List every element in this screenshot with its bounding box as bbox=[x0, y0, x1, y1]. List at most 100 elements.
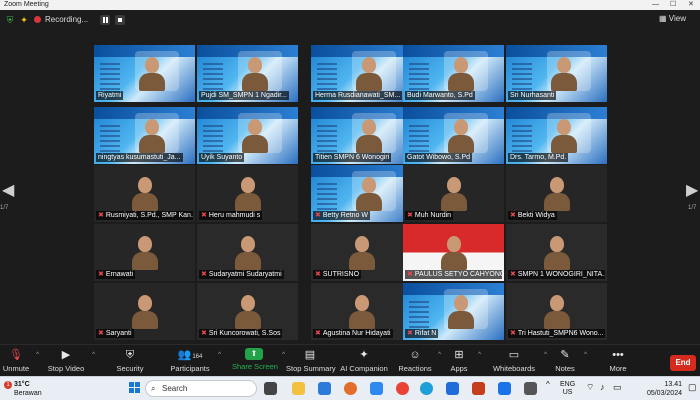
chevron-up-icon[interactable]: ^ bbox=[478, 352, 481, 358]
mic-muted-icon: ✖ bbox=[407, 271, 413, 278]
task-view-icon[interactable] bbox=[264, 382, 277, 395]
summary-icon: ▤ bbox=[304, 349, 316, 361]
maximize-button[interactable]: ☐ bbox=[670, 0, 676, 10]
participant-tile[interactable]: ✖ Ernawati bbox=[94, 224, 195, 281]
whiteboard-icon: ▭ bbox=[508, 349, 520, 361]
chevron-up-icon[interactable]: ^ bbox=[544, 352, 547, 358]
firefox-icon[interactable] bbox=[344, 382, 357, 395]
participant-name: SMPN 1 WONOGIRI_NITA... bbox=[517, 271, 605, 278]
mail-icon[interactable] bbox=[318, 382, 331, 395]
stop-summary-label: Stop Summary bbox=[286, 364, 336, 373]
taskbar-search-input[interactable]: ⌕ Search bbox=[145, 380, 257, 397]
edge-icon[interactable] bbox=[420, 382, 433, 395]
language-indicator[interactable]: ENG US bbox=[560, 381, 575, 397]
participant-face bbox=[556, 119, 571, 135]
mic-muted-icon: ✖ bbox=[407, 330, 413, 337]
participant-name-label: ningtyas kusumastuti_Ja... bbox=[96, 153, 183, 162]
participant-name: Rifat N bbox=[414, 330, 437, 337]
reactions-button[interactable]: ☺ Reactions ^ bbox=[398, 348, 441, 373]
more-button[interactable]: ••• More bbox=[606, 348, 630, 373]
file-explorer-icon[interactable] bbox=[292, 382, 305, 395]
weather-widget[interactable]: 1 31°C Berawan bbox=[4, 380, 42, 398]
participant-tile[interactable]: Riyatmi bbox=[94, 45, 195, 102]
zoom-app-icon[interactable] bbox=[446, 382, 459, 395]
stop-video-button[interactable]: ▶ Stop Video ^ bbox=[46, 348, 95, 373]
participant-tile[interactable]: ✖ Agustina Nur Hidayati bbox=[311, 283, 412, 340]
participant-face bbox=[446, 236, 461, 252]
notification-bell-icon[interactable]: ▢ bbox=[688, 383, 697, 392]
participant-tile[interactable]: ✖ Sudaryatmi Sudaryatmi bbox=[197, 224, 298, 281]
sparkle-icon[interactable]: ✦ bbox=[18, 14, 30, 26]
participant-tile[interactable]: Titien SMPN 6 Wonogiri bbox=[311, 107, 412, 164]
participant-tile[interactable]: Budi Marwanto, S.Pd bbox=[403, 45, 504, 102]
share-screen-button[interactable]: ⬆ Share Screen ^ bbox=[232, 348, 285, 371]
participant-tile[interactable]: Uyik Suyanto bbox=[197, 107, 298, 164]
participant-tile[interactable]: Gatot Wibowo, S.Pd bbox=[403, 107, 504, 164]
participant-tile[interactable]: Pujdi SM_SMPN 1 Ngadir... bbox=[197, 45, 298, 102]
chevron-up-icon[interactable]: ^ bbox=[546, 381, 550, 389]
participant-tile[interactable]: Sri Nurhasanti bbox=[506, 45, 607, 102]
participant-tile[interactable]: ✖ Rifat N bbox=[403, 283, 504, 340]
participant-body bbox=[543, 311, 570, 329]
battery-icon[interactable]: ▭ bbox=[613, 383, 622, 392]
participant-tile[interactable]: ✖ Sri Kuncorowati, S.Sos bbox=[197, 283, 298, 340]
participant-tile[interactable]: Herma Rusdianawati_SM... bbox=[311, 45, 412, 102]
region-label: US bbox=[562, 389, 573, 396]
mic-muted-icon: ✖ bbox=[315, 212, 321, 219]
chevron-up-icon[interactable]: ^ bbox=[36, 352, 39, 358]
participants-button[interactable]: 👥164 Participants ^ bbox=[168, 348, 221, 373]
participant-name: Sudaryatmi Sudaryatmi bbox=[208, 271, 282, 278]
windows-start-icon[interactable] bbox=[129, 382, 141, 394]
app-icon[interactable] bbox=[498, 382, 511, 395]
chrome-icon[interactable] bbox=[396, 382, 409, 395]
participant-tile[interactable]: ✖ PAULUS SETYO CAHYONO bbox=[403, 224, 504, 281]
minimize-button[interactable]: — bbox=[652, 0, 659, 10]
chevron-up-icon[interactable]: ^ bbox=[438, 352, 441, 358]
participant-name: Muh Nurdin bbox=[414, 212, 452, 219]
chevron-up-icon[interactable]: ^ bbox=[218, 352, 221, 358]
participant-body bbox=[348, 311, 375, 329]
close-button[interactable]: ✕ bbox=[688, 0, 694, 10]
participant-video bbox=[443, 289, 488, 329]
pause-recording-button[interactable] bbox=[100, 15, 110, 25]
next-page-arrow-icon[interactable]: ▶ bbox=[686, 180, 698, 200]
prev-page-arrow-icon[interactable]: ◀ bbox=[2, 180, 14, 200]
participant-tile[interactable]: ✖ Saryanti bbox=[94, 283, 195, 340]
view-button[interactable]: ▦ View bbox=[659, 14, 686, 23]
whiteboards-button[interactable]: ▭ Whiteboards ^ bbox=[490, 348, 547, 373]
clock-date: 05/03/2024 bbox=[646, 390, 682, 397]
chevron-up-icon[interactable]: ^ bbox=[584, 352, 587, 358]
apps-button[interactable]: ⊞ Apps ^ bbox=[446, 348, 481, 373]
speaker-icon[interactable]: ♪ bbox=[600, 383, 605, 392]
app-icon-2[interactable] bbox=[524, 382, 537, 395]
recording-indicator[interactable]: Recording... bbox=[34, 14, 88, 26]
participant-name: Betty Retno W bbox=[322, 212, 369, 219]
participant-tile[interactable]: ✖ Rusmiyati, S.Pd., SMP Kan... bbox=[94, 165, 195, 222]
chevron-up-icon[interactable]: ^ bbox=[92, 352, 95, 358]
shield-icon[interactable]: ⛨ bbox=[4, 14, 16, 26]
participant-tile[interactable]: ✖ SUTRISNO bbox=[311, 224, 412, 281]
powerpoint-icon[interactable] bbox=[472, 382, 485, 395]
participant-tile[interactable]: ✖ Muh Nurdin bbox=[403, 165, 504, 222]
participant-tile[interactable]: ningtyas kusumastuti_Ja... bbox=[94, 107, 195, 164]
participant-tile[interactable]: Drs. Tarmo, M.Pd. bbox=[506, 107, 607, 164]
security-button[interactable]: ⛨ Security bbox=[114, 348, 146, 373]
chevron-up-icon[interactable]: ^ bbox=[282, 352, 285, 358]
participant-tile[interactable]: ✖ Betty Retno W bbox=[311, 165, 412, 222]
participant-tile[interactable]: ✖ SMPN 1 WONOGIRI_NITA... bbox=[506, 224, 607, 281]
system-clock[interactable]: 13.41 05/03/2024 bbox=[647, 380, 682, 398]
participant-video bbox=[128, 289, 162, 329]
participant-tile[interactable]: ✖ Tri Hastuti_SMPN6 Wono... bbox=[506, 283, 607, 340]
ai-companion-button[interactable]: ✦ AI Companion bbox=[340, 348, 388, 373]
participant-tile[interactable]: ✖ Heru mahmudi s bbox=[197, 165, 298, 222]
store-icon[interactable] bbox=[370, 382, 383, 395]
stop-recording-button[interactable] bbox=[115, 15, 125, 25]
wifi-icon[interactable]: ⌔ bbox=[586, 383, 594, 392]
meeting-top-bar: ⛨ ✦ Recording... ▦ View bbox=[0, 10, 700, 32]
unmute-button[interactable]: 🎙 Unmute ^ bbox=[2, 348, 39, 373]
notes-button[interactable]: ✎ Notes ^ bbox=[552, 348, 587, 373]
participant-face bbox=[556, 57, 571, 73]
end-meeting-button[interactable]: End bbox=[670, 355, 696, 371]
participant-tile[interactable]: ✖ Bekti Widya bbox=[506, 165, 607, 222]
stop-summary-button[interactable]: ▤ Stop Summary bbox=[286, 348, 336, 373]
